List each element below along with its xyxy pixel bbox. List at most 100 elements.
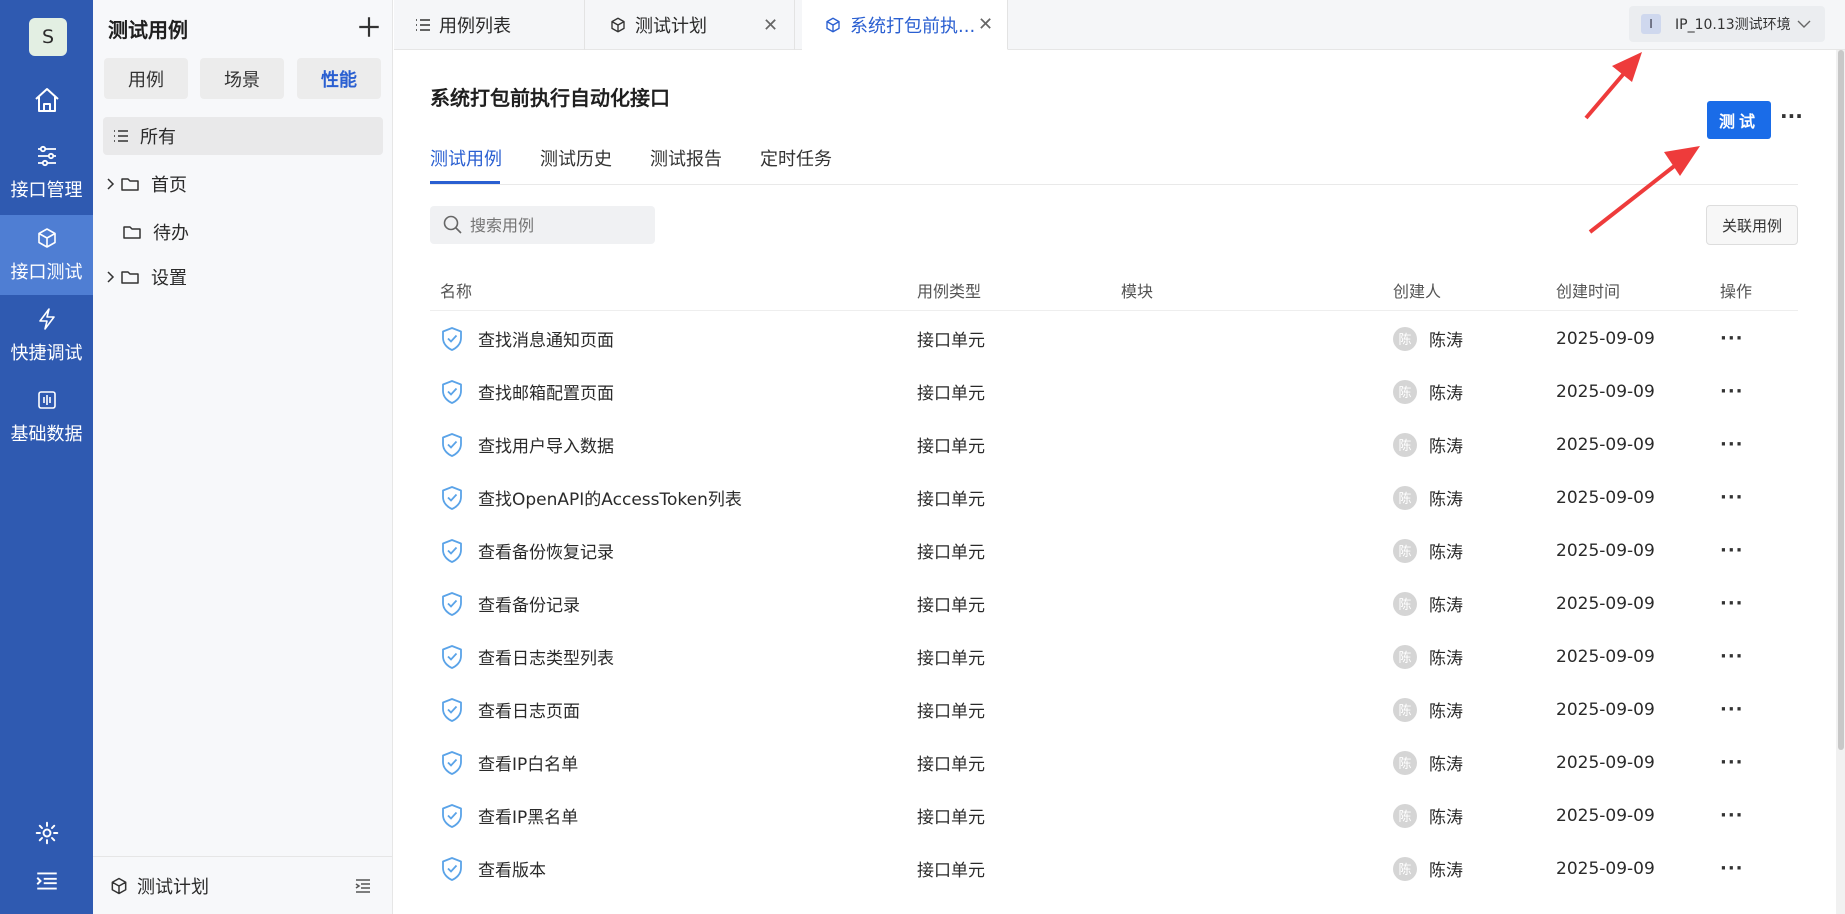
case-type: 接口单元 xyxy=(917,808,985,828)
created-date: 2025-09-09 xyxy=(1556,487,1655,508)
shield-check-icon xyxy=(442,486,462,510)
case-name[interactable]: 查看备份恢复记录 xyxy=(478,524,614,577)
nav-item-label: 接口管理 xyxy=(10,180,83,201)
creator-cell: 陈陈涛 xyxy=(1393,418,1463,471)
row-more-icon[interactable]: ··· xyxy=(1720,418,1744,471)
tab-label: 测试计划 xyxy=(635,16,707,37)
tab-test-plan[interactable]: 测试计划 ✕ xyxy=(585,0,795,50)
case-name[interactable]: 查看IP黑名单 xyxy=(478,789,578,842)
sliders-icon xyxy=(37,145,56,167)
creator-cell: 陈陈涛 xyxy=(1393,736,1463,789)
creator-name: 陈涛 xyxy=(1429,808,1463,828)
created-date: 2025-09-09 xyxy=(1556,434,1655,455)
case-name[interactable]: 查看备份记录 xyxy=(478,577,580,630)
nav-item-label: 接口测试 xyxy=(10,262,83,283)
row-more-icon[interactable]: ··· xyxy=(1720,842,1744,895)
add-icon[interactable] xyxy=(356,14,382,40)
user-avatar[interactable]: S xyxy=(29,18,67,56)
column-header-name: 名称 xyxy=(440,282,473,301)
case-name[interactable]: 查看版本 xyxy=(478,842,546,895)
table-row[interactable]: 查看备份记录 接口单元 陈陈涛 2025-09-09 ··· xyxy=(430,577,1798,630)
test-button[interactable]: 测试 xyxy=(1707,101,1771,139)
test-plan-footer[interactable]: 测试计划 xyxy=(93,856,393,914)
case-name[interactable]: 查找消息通知页面 xyxy=(478,312,614,365)
row-more-icon[interactable]: ··· xyxy=(1720,471,1744,524)
subtab-test-history[interactable]: 测试历史 xyxy=(540,145,612,171)
tree-item-todo[interactable]: 待办 xyxy=(103,213,383,251)
shield-check-icon xyxy=(442,592,462,616)
created-date: 2025-09-09 xyxy=(1556,805,1655,826)
row-more-icon[interactable]: ··· xyxy=(1720,736,1744,789)
row-more-icon[interactable]: ··· xyxy=(1720,577,1744,630)
case-name[interactable]: 查看日志类型列表 xyxy=(478,630,614,683)
case-type: 接口单元 xyxy=(917,702,985,722)
case-name[interactable]: 查找用户导入数据 xyxy=(478,418,614,471)
link-cases-button[interactable]: 关联用例 xyxy=(1706,205,1798,245)
shield-check-icon xyxy=(442,327,462,351)
tree-item-home[interactable]: 首页 xyxy=(103,165,383,203)
table-row[interactable]: 查找消息通知页面 接口单元 陈陈涛 2025-09-09 ··· xyxy=(430,312,1798,365)
table-row[interactable]: 查看日志类型列表 接口单元 陈陈涛 2025-09-09 ··· xyxy=(430,630,1798,683)
more-options-icon[interactable]: ··· xyxy=(1780,104,1803,128)
row-more-icon[interactable]: ··· xyxy=(1720,630,1744,683)
table-row[interactable]: 查看备份恢复记录 接口单元 陈陈涛 2025-09-09 ··· xyxy=(430,524,1798,577)
table-row[interactable]: 查看IP黑名单 接口单元 陈陈涛 2025-09-09 ··· xyxy=(430,789,1798,842)
creator-cell: 陈陈涛 xyxy=(1393,524,1463,577)
subtab-test-cases[interactable]: 测试用例 xyxy=(430,145,502,171)
shield-check-icon xyxy=(442,857,462,881)
shield-check-icon xyxy=(442,380,462,404)
tab-case-list[interactable]: 用例列表 xyxy=(394,0,585,50)
created-date: 2025-09-09 xyxy=(1556,381,1655,402)
row-more-icon[interactable]: ··· xyxy=(1720,365,1744,418)
tab-label: 系统打包前执... xyxy=(850,15,976,37)
subtab-scheduled-tasks[interactable]: 定时任务 xyxy=(760,145,832,171)
table-row[interactable]: 查看IP白名单 接口单元 陈陈涛 2025-09-09 ··· xyxy=(430,736,1798,789)
tab-system-package[interactable]: 系统打包前执... ✕ xyxy=(802,0,1008,50)
created-date: 2025-09-09 xyxy=(1556,328,1655,349)
created-date: 2025-09-09 xyxy=(1556,699,1655,720)
case-type: 接口单元 xyxy=(917,543,985,563)
segment-scenarios[interactable]: 场景 xyxy=(200,58,284,99)
nav-item-api-management[interactable]: 接口管理 xyxy=(0,133,93,213)
table-row[interactable]: 查看日志页面 接口单元 陈陈涛 2025-09-09 ··· xyxy=(430,683,1798,736)
folder-icon xyxy=(121,271,139,284)
table-row[interactable]: 查找邮箱配置页面 接口单元 陈陈涛 2025-09-09 ··· xyxy=(430,365,1798,418)
table-row[interactable]: 查找OpenAPI的AccessToken列表 接口单元 陈陈涛 2025-09-09… xyxy=(430,471,1798,524)
collapse-list-icon[interactable] xyxy=(353,876,373,896)
cube-icon xyxy=(111,877,127,894)
home-icon[interactable] xyxy=(31,84,63,116)
case-type: 接口单元 xyxy=(917,437,985,457)
segment-cases[interactable]: 用例 xyxy=(104,58,188,99)
environment-select[interactable]: I IP_10.13测试环境 xyxy=(1629,6,1825,42)
tree-item-settings[interactable]: 设置 xyxy=(103,258,383,296)
annotation-arrow xyxy=(1588,146,1700,234)
row-more-icon[interactable]: ··· xyxy=(1720,683,1744,736)
cube-icon xyxy=(611,17,625,33)
close-icon[interactable]: ✕ xyxy=(978,14,993,35)
row-more-icon[interactable]: ··· xyxy=(1720,789,1744,842)
collapse-menu-icon[interactable] xyxy=(34,868,60,894)
table-row[interactable]: 查看版本 接口单元 陈陈涛 2025-09-09 ··· xyxy=(430,842,1798,895)
subtab-test-report[interactable]: 测试报告 xyxy=(650,145,722,171)
table-row[interactable]: 查找用户导入数据 接口单元 陈陈涛 2025-09-09 ··· xyxy=(430,418,1798,471)
row-more-icon[interactable]: ··· xyxy=(1720,312,1744,365)
chevron-right-icon[interactable] xyxy=(105,270,117,284)
case-name[interactable]: 查找邮箱配置页面 xyxy=(478,365,614,418)
chevron-right-icon[interactable] xyxy=(105,177,117,191)
case-name[interactable]: 查看IP白名单 xyxy=(478,736,578,789)
scrollbar-thumb[interactable] xyxy=(1838,50,1844,750)
close-icon[interactable]: ✕ xyxy=(763,15,778,36)
nav-item-base-data[interactable]: 基础数据 xyxy=(0,377,93,457)
settings-icon[interactable] xyxy=(34,820,60,846)
search-input[interactable] xyxy=(470,215,640,235)
env-badge: I xyxy=(1641,14,1661,34)
nav-item-quick-debug[interactable]: 快捷调试 xyxy=(0,296,93,376)
case-name[interactable]: 查找OpenAPI的AccessToken列表 xyxy=(478,471,742,524)
nav-item-api-testing[interactable]: 接口测试 xyxy=(0,215,93,295)
tree-item-all[interactable]: 所有 xyxy=(103,117,383,155)
row-more-icon[interactable]: ··· xyxy=(1720,524,1744,577)
creator-name: 陈涛 xyxy=(1429,649,1463,669)
segment-performance[interactable]: 性能 xyxy=(297,58,381,99)
case-name[interactable]: 查看日志页面 xyxy=(478,683,580,736)
search-box[interactable] xyxy=(430,206,655,244)
